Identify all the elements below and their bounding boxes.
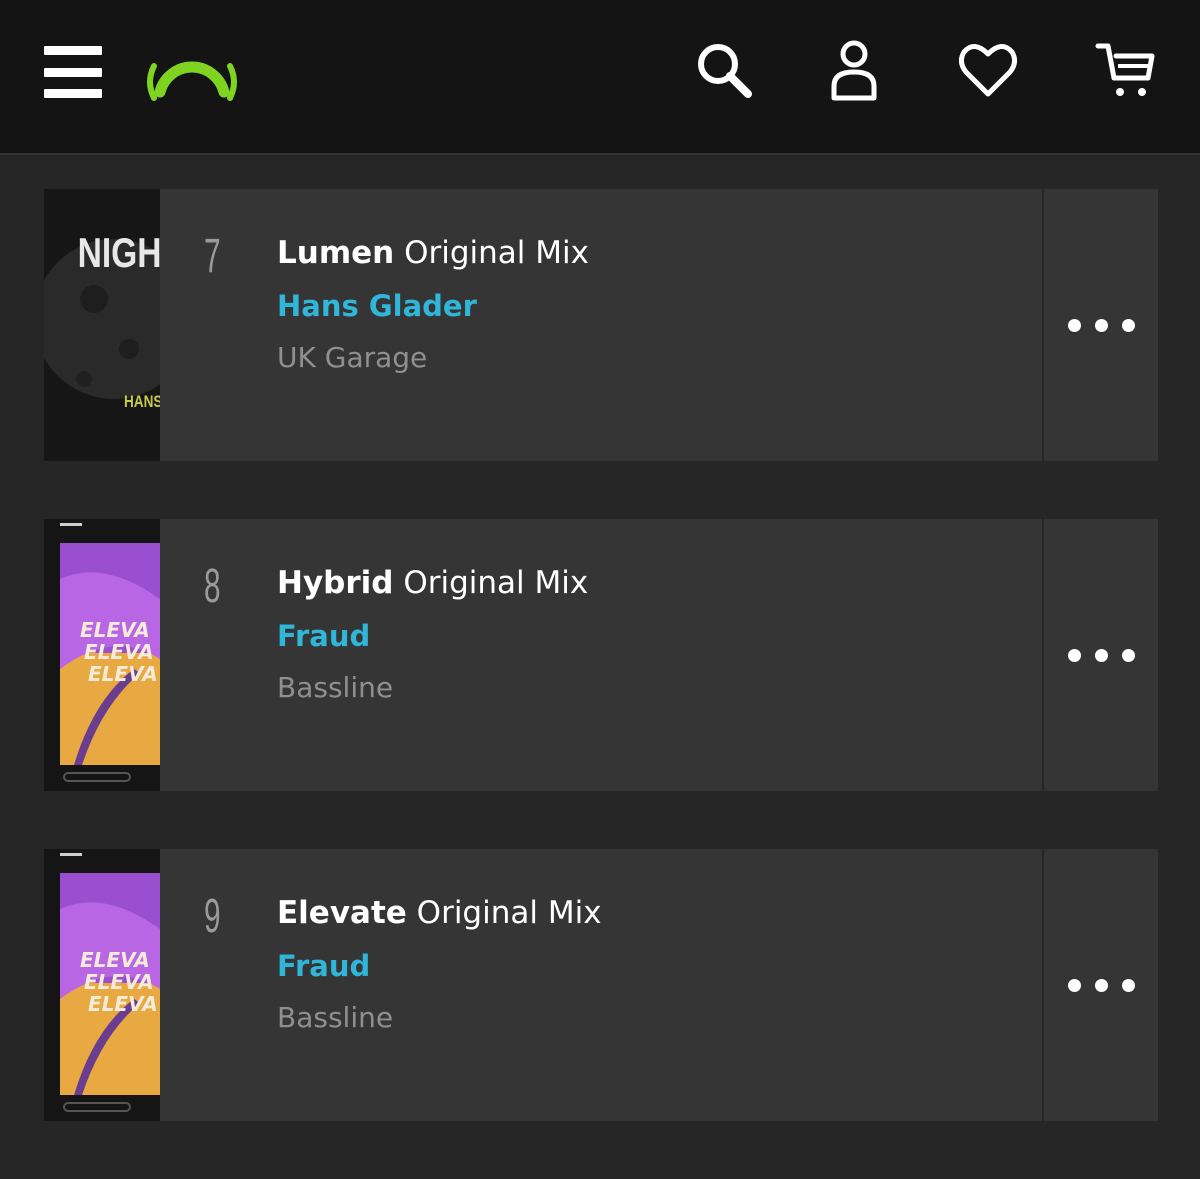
user-icon[interactable] [822, 38, 886, 102]
artwork-title: NIGH [78, 231, 160, 277]
release-artwork[interactable]: ELEVA ELEVA ELEVA [44, 519, 160, 791]
artist-link[interactable]: Fraud [277, 616, 588, 656]
beatport-logo-icon[interactable] [142, 40, 242, 106]
artist-link[interactable]: Hans Glader [277, 286, 589, 326]
top-navigation-bar [0, 0, 1200, 155]
genre-link[interactable]: UK Garage [277, 338, 589, 378]
track-title: Lumen Original Mix [277, 233, 589, 273]
heart-icon[interactable] [956, 38, 1020, 102]
svg-text:ELEVA: ELEVA [88, 992, 158, 1016]
artwork-title: ELEVA [80, 618, 150, 642]
search-icon[interactable] [692, 38, 756, 102]
track-name-link[interactable]: Lumen [277, 235, 394, 271]
track-rank: 8 [204, 560, 221, 613]
track-list: NIGH HANS 7 Lumen Original Mix Hans Glad… [44, 189, 1158, 1179]
track-rank: 7 [204, 230, 221, 283]
more-options-button[interactable] [1042, 189, 1158, 461]
more-options-button[interactable] [1042, 849, 1158, 1121]
artwork-title: ELEVA [80, 948, 150, 972]
artist-link[interactable]: Fraud [277, 946, 602, 986]
ellipsis-icon [1067, 648, 1081, 662]
hamburger-menu-icon[interactable] [44, 46, 102, 98]
track-title: Hybrid Original Mix [277, 563, 588, 603]
svg-text:ELEVA: ELEVA [84, 640, 154, 664]
track-name-link[interactable]: Hybrid [277, 565, 393, 601]
track-row[interactable]: ELEVA ELEVA ELEVA 8 Hybrid Original Mix … [44, 519, 1158, 791]
genre-link[interactable]: Bassline [277, 998, 602, 1038]
genre-link[interactable]: Bassline [277, 668, 588, 708]
track-mix: Original Mix [403, 565, 589, 601]
track-row[interactable]: ELEVA ELEVA ELEVA 9 Elevate Original Mix… [44, 849, 1158, 1121]
ellipsis-icon [1067, 978, 1081, 992]
track-mix: Original Mix [404, 235, 589, 271]
svg-text:ELEVA: ELEVA [88, 662, 158, 686]
ellipsis-icon [1067, 318, 1081, 332]
svg-text:ELEVA: ELEVA [84, 970, 154, 994]
artwork-subtitle: HANS [124, 393, 160, 412]
release-artwork[interactable]: NIGH HANS [44, 189, 160, 461]
track-row[interactable]: NIGH HANS 7 Lumen Original Mix Hans Glad… [44, 189, 1158, 461]
more-options-button[interactable] [1042, 519, 1158, 791]
release-artwork[interactable]: ELEVA ELEVA ELEVA [44, 849, 160, 1121]
track-mix: Original Mix [416, 895, 602, 931]
track-rank: 9 [204, 890, 221, 943]
track-name-link[interactable]: Elevate [277, 895, 407, 931]
cart-icon[interactable] [1094, 38, 1158, 102]
track-title: Elevate Original Mix [277, 893, 602, 933]
